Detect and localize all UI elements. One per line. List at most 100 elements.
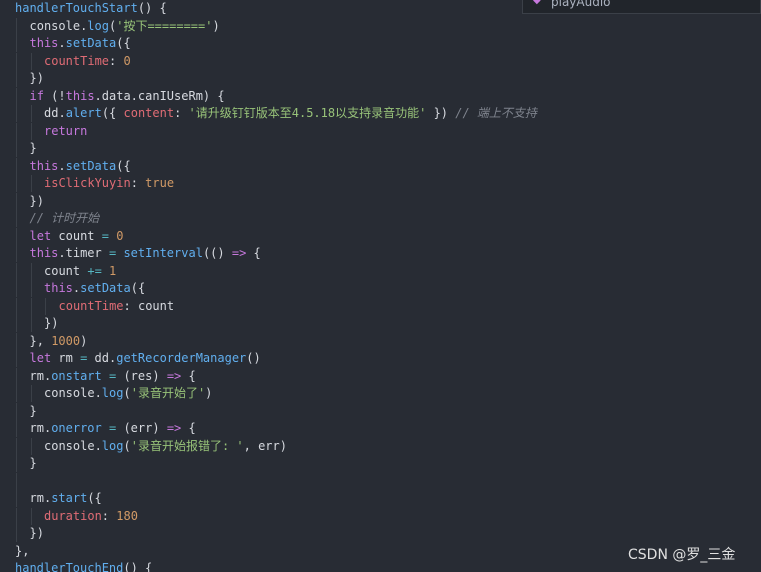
code-token: : xyxy=(130,176,146,190)
code-text: count += 1 xyxy=(44,263,116,280)
suggestion-label[interactable]: playAudio xyxy=(551,0,611,9)
code-line[interactable]: this.setData({ xyxy=(0,157,761,175)
indent-guide xyxy=(16,122,17,140)
code-line[interactable]: } xyxy=(0,455,761,472)
code-line[interactable]: rm.onerror = (err) => { xyxy=(0,420,761,437)
code-token: (err) xyxy=(116,421,167,435)
code-line[interactable]: this.timer = setInterval(() => { xyxy=(0,245,761,262)
code-text: isClickYuyin: true xyxy=(44,175,174,192)
code-token: handlerTouchStart xyxy=(15,1,138,15)
code-line[interactable]: countTime: 0 xyxy=(0,52,761,70)
code-line[interactable]: // 计时开始 xyxy=(0,210,761,227)
code-line[interactable]: let rm = dd.getRecorderManager() xyxy=(0,350,761,367)
code-text: }, 1000) xyxy=(30,333,88,350)
code-token: '请升级钉钉版本至4.5.18以支持录音功能' xyxy=(188,106,427,120)
indent-guide xyxy=(16,157,17,175)
code-token: log xyxy=(87,18,109,33)
code-token: { xyxy=(181,421,196,435)
code-token: = xyxy=(101,228,109,243)
code-line[interactable] xyxy=(0,472,761,490)
code-token: { xyxy=(181,368,196,383)
code-line[interactable]: }) xyxy=(0,192,761,210)
code-line[interactable]: this.setData({ xyxy=(0,35,761,52)
code-token: }) xyxy=(29,71,44,85)
autocomplete-popup[interactable]: ◆ playAudio ··· xyxy=(522,0,761,14)
code-text: countTime: count xyxy=(59,298,175,315)
code-text: }, xyxy=(15,543,29,560)
code-text: rm.start({ xyxy=(30,490,102,507)
code-line[interactable]: return xyxy=(0,122,761,140)
code-token: console. xyxy=(29,18,88,33)
indent-guide xyxy=(30,507,32,525)
code-token: this xyxy=(29,246,59,260)
code-token: rm xyxy=(51,351,81,365)
code-line[interactable]: count += 1 xyxy=(0,262,761,280)
code-line[interactable]: duration: 180 xyxy=(0,507,761,525)
code-line[interactable]: }) xyxy=(0,525,761,542)
indent-guide xyxy=(16,140,17,157)
indent-guide xyxy=(16,315,17,332)
indent-guide xyxy=(16,437,17,455)
code-line[interactable]: }) xyxy=(0,70,761,87)
indent-guide xyxy=(16,490,17,507)
code-text: }) xyxy=(44,315,58,332)
code-line[interactable]: rm.onstart = (res) => { xyxy=(0,367,761,385)
indent-guide xyxy=(16,245,17,262)
code-line[interactable]: this.setData({ xyxy=(0,280,761,297)
indent-guide xyxy=(16,227,17,245)
indent-guide xyxy=(45,297,46,315)
ellipsis-icon[interactable]: ··· xyxy=(746,0,756,6)
code-token: . xyxy=(58,158,66,173)
code-line[interactable]: } xyxy=(0,402,761,420)
indent-guide xyxy=(16,280,17,297)
code-token: log xyxy=(101,438,124,453)
code-line[interactable]: }, 1000) xyxy=(0,332,761,350)
code-token: ( xyxy=(123,438,131,453)
code-token: this xyxy=(44,281,73,295)
code-token: // 端上不支持 xyxy=(455,106,537,120)
code-line[interactable]: if (!this.data.canIUseRm) { xyxy=(0,87,761,105)
indent-guide xyxy=(16,455,17,472)
code-text: let rm = dd.getRecorderManager() xyxy=(30,350,261,367)
code-text: handlerTouchStart() { xyxy=(15,0,167,17)
code-line[interactable]: dd.alert({ content: '请升级钉钉版本至4.5.18以支持录音… xyxy=(0,105,761,122)
code-editor[interactable]: handlerTouchStart() {console.log('按下====… xyxy=(0,0,761,572)
code-line[interactable]: }) xyxy=(0,315,761,332)
code-text: let count = 0 xyxy=(30,228,124,245)
indent-guide xyxy=(30,122,32,140)
code-text: }) xyxy=(30,70,44,87)
code-text: dd.alert({ content: '请升级钉钉版本至4.5.18以支持录音… xyxy=(44,105,537,122)
code-line[interactable]: console.log('录音开始了') xyxy=(0,385,761,402)
code-text: handlerTouchEnd() { xyxy=(15,560,152,572)
code-line[interactable]: countTime: count xyxy=(0,297,761,315)
indent-guide xyxy=(16,367,17,385)
indent-guide xyxy=(16,105,17,122)
code-token: rm. xyxy=(29,491,52,505)
code-token: onstart xyxy=(51,368,102,383)
code-token: () { xyxy=(137,1,167,15)
code-token: setData xyxy=(80,281,131,295)
indent-guide xyxy=(16,297,17,315)
code-token: content xyxy=(123,106,175,120)
code-line[interactable]: console.log('按下========') xyxy=(0,17,761,35)
code-token: ({ xyxy=(101,106,124,120)
code-line[interactable]: let count = 0 xyxy=(0,227,761,245)
code-token: dd. xyxy=(87,351,117,365)
indent-guide xyxy=(30,175,32,192)
code-token: countTime xyxy=(44,53,110,68)
code-text: }) xyxy=(30,193,44,210)
code-line[interactable]: isClickYuyin: true xyxy=(0,175,761,192)
code-line[interactable]: rm.start({ xyxy=(0,490,761,507)
code-token: this xyxy=(29,158,59,173)
code-token: , err) xyxy=(243,438,287,453)
code-line[interactable]: console.log('录音开始报错了: ', err) xyxy=(0,437,761,455)
code-token: .data.canIUseRm) { xyxy=(94,88,225,103)
code-token: setData xyxy=(65,158,117,173)
indent-guide xyxy=(16,192,17,210)
code-line[interactable]: } xyxy=(0,140,761,157)
code-token: countTime xyxy=(58,298,124,313)
code-token: log xyxy=(101,386,124,400)
code-token: } xyxy=(29,403,37,418)
